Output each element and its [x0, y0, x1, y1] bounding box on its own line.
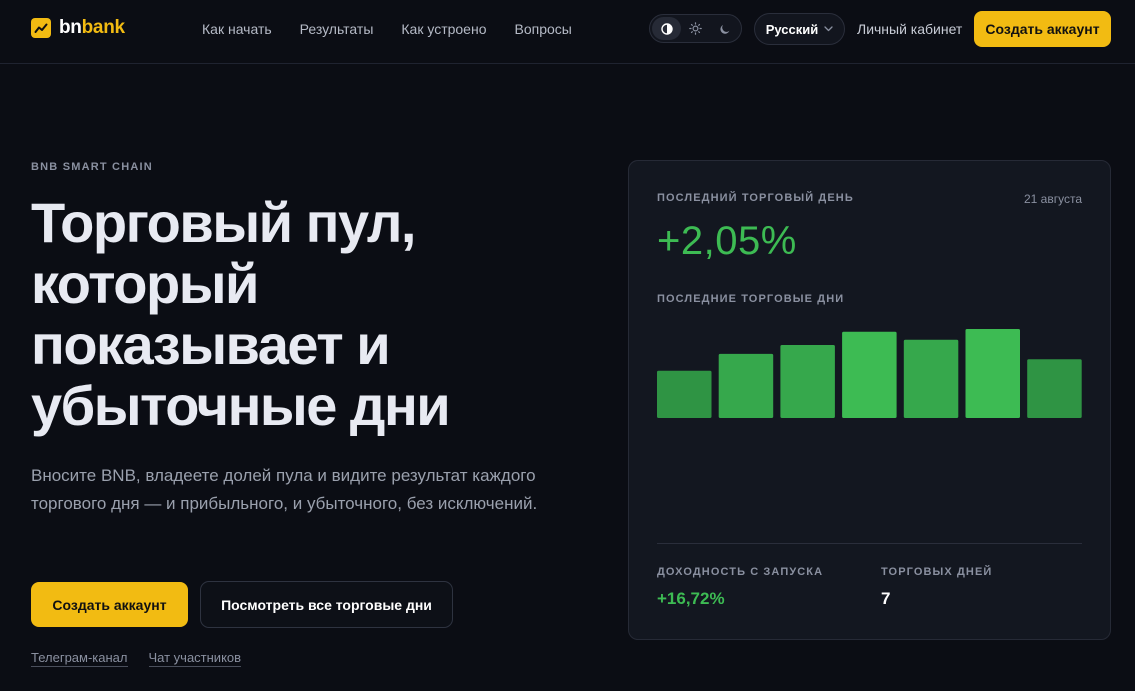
theme-auto-button[interactable]: [652, 17, 681, 40]
nav-link-results[interactable]: Результаты: [300, 20, 374, 38]
nav-link-how-to-start[interactable]: Как начать: [202, 20, 272, 38]
hero-eyebrow: BNB SMART CHAIN: [31, 161, 153, 173]
nav-link-how-it-works[interactable]: Как устроено: [401, 20, 486, 38]
nav-link-faq[interactable]: Вопросы: [514, 20, 571, 38]
site-header: bnbank Как начать Результаты Как устроен…: [0, 0, 1135, 64]
sun-icon: [689, 22, 702, 35]
card-divider: [657, 543, 1082, 544]
telegram-channel-link[interactable]: Телеграм-канал: [31, 650, 128, 667]
day-bar: [780, 345, 835, 418]
logo[interactable]: bnbank: [31, 17, 125, 39]
recent-days-bar-chart: [657, 329, 1082, 418]
chevron-down-icon: [824, 26, 833, 32]
stats-card: ПОСЛЕДНИЙ ТОРГОВЫЙ ДЕНЬ 21 августа +2,05…: [628, 160, 1111, 640]
trading-days-value: 7: [881, 589, 891, 608]
hero-create-account-button[interactable]: Создать аккаунт: [31, 582, 188, 627]
hero-title-line-3: показывает и: [31, 313, 391, 376]
day-bar: [903, 339, 959, 418]
hero-subtitle: Вносите BNB, владеете долей пула и видит…: [31, 466, 538, 513]
theme-switcher: [649, 14, 742, 43]
hero-title-line-1: Торговый пул,: [31, 191, 416, 254]
language-select[interactable]: Русский: [754, 13, 845, 45]
logo-text: bnbank: [59, 17, 125, 39]
hero-title: Торговый пул, который показывает и убыто…: [31, 192, 591, 436]
hero-title-line-4: убыточные дни: [31, 374, 451, 437]
return-since-launch-value: +16,72%: [657, 589, 725, 608]
recent-days-label: ПОСЛЕДНИЕ ТОРГОВЫЕ ДНИ: [657, 293, 845, 305]
moon-icon: [719, 24, 729, 34]
day-bar: [842, 331, 897, 418]
community-links: Телеграм-канал Чат участников: [31, 650, 242, 667]
last-trading-day-label: ПОСЛЕДНИЙ ТОРГОВЫЙ ДЕНЬ: [657, 192, 854, 204]
day-bar: [1027, 359, 1082, 418]
theme-light-button[interactable]: [681, 17, 710, 40]
last-trading-day-value: +2,05%: [657, 219, 797, 263]
last-trading-day-date: 21 августа: [1023, 192, 1082, 206]
view-all-trading-days-button[interactable]: Посмотреть все торговые дни: [200, 581, 453, 628]
return-since-launch-label: ДОХОДНОСТЬ С ЗАПУСКА: [657, 566, 824, 578]
hero-title-line-2: который: [31, 252, 259, 315]
logo-text-bank: bank: [81, 17, 125, 38]
language-label: Русский: [765, 21, 819, 37]
header-create-account-button[interactable]: Создать аккаунт: [974, 11, 1111, 47]
logo-text-bn: bn: [59, 17, 82, 38]
day-bar: [657, 370, 712, 418]
day-bar: [718, 353, 774, 418]
contrast-icon: [660, 22, 673, 35]
trading-days-label: ТОРГОВЫХ ДНЕЙ: [881, 566, 993, 578]
participants-chat-link[interactable]: Чат участников: [148, 650, 242, 667]
day-bar: [965, 329, 1020, 418]
main-nav: Как начать Результаты Как устроено Вопро…: [202, 20, 572, 38]
chart-trend-icon: [31, 18, 51, 38]
personal-account-link[interactable]: Личный кабинет: [857, 20, 962, 38]
theme-dark-button[interactable]: [710, 17, 739, 40]
